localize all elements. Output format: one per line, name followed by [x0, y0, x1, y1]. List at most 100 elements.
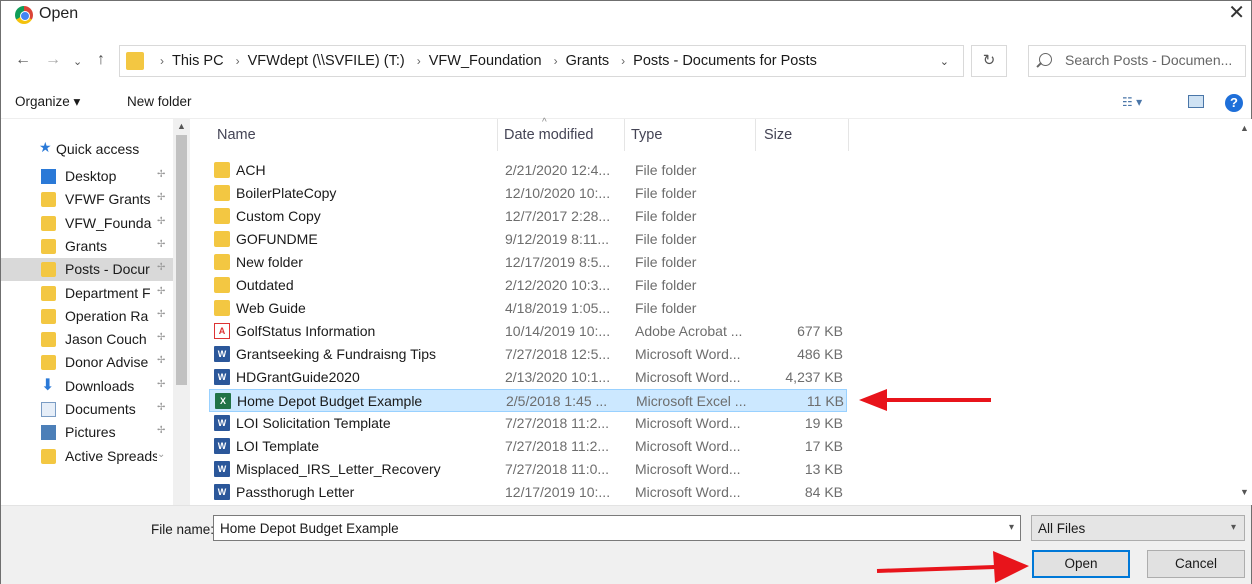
file-row[interactable]: Custom Copy 12/7/2017 2:28... File folder [209, 205, 847, 228]
sidebar-item-label: Department F [65, 284, 151, 301]
file-row[interactable]: X Home Depot Budget Example 2/5/2018 1:45 … [209, 389, 847, 412]
folder-icon [41, 192, 56, 208]
search-icon [1039, 53, 1052, 66]
file-row[interactable]: W Misplaced_IRS_Letter_Recovery 7/27/2018 … [209, 458, 847, 481]
file-size: 13 KB [804, 461, 843, 477]
file-row[interactable]: W Passthorugh Letter 12/17/2019 10:... Micr… [209, 481, 847, 504]
chevron-down-icon[interactable]: ▾ [1009, 522, 1014, 533]
sidebar-item[interactable]: Pictures ✢ [1, 421, 173, 444]
file-name-bar: File name: Home Depot Budget Example ▾ A… [1, 505, 1251, 584]
file-row[interactable]: BoilerPlateCopy 12/10/2020 10:... File fol… [209, 182, 847, 205]
recent-locations-icon[interactable]: ⌄ [73, 55, 82, 68]
sidebar-item[interactable]: VFWF Grants ✢ [1, 188, 173, 211]
sidebar-item-label: VFWF Grants [65, 191, 151, 208]
file-date: 12/17/2019 10:... [505, 484, 611, 500]
annotation-arrow-icon [876, 551, 1029, 583]
help-icon[interactable]: ? [1225, 94, 1243, 112]
sidebar-item[interactable]: Documents ✢ [1, 398, 173, 421]
file-row[interactable]: GOFUNDME 9/12/2019 8:11... File folder [209, 228, 847, 251]
folder-icon [214, 162, 230, 178]
breadcrumb-posts[interactable]: Posts - Documents for Posts [633, 53, 817, 69]
breadcrumb-this-pc[interactable]: This PC [172, 53, 224, 69]
organize-menu[interactable]: Organize ▾ [15, 94, 80, 110]
file-type: Microsoft Word... [635, 369, 741, 385]
file-row[interactable]: W Grantseeking & Fundraisng Tips 7/27/2018… [209, 343, 847, 366]
sidebar-item[interactable]: ⬇ Downloads ✢ [1, 375, 173, 398]
breadcrumb-grants[interactable]: Grants [566, 53, 610, 69]
search-input[interactable] [1065, 52, 1243, 68]
address-dropdown-icon[interactable]: ⌄ [940, 55, 949, 68]
sidebar-item-label: Grants [65, 237, 108, 254]
file-type: Microsoft Word... [635, 484, 741, 500]
sidebar-item[interactable]: Posts - Docur ✢ [1, 258, 173, 282]
file-type: File folder [635, 300, 697, 316]
sidebar-item[interactable]: Active Spreadsh ⌄ [1, 445, 173, 468]
breadcrumb-drive[interactable]: VFWdept (\\SVFILE) (T:) [248, 53, 405, 69]
column-header-size[interactable]: Size [756, 119, 848, 151]
file-size: 4,237 KB [785, 369, 843, 385]
sidebar-item[interactable]: VFW_Founda ✢ [1, 212, 173, 235]
scroll-up-icon[interactable]: ▲ [177, 121, 186, 131]
change-view-icon[interactable]: ☷ ▾ [1122, 95, 1142, 109]
file-name-value: Home Depot Budget Example [220, 521, 399, 536]
scrollbar-thumb[interactable] [176, 135, 187, 385]
file-name-input[interactable]: Home Depot Budget Example ▾ [213, 515, 1021, 541]
pin-icon: ✢ [157, 378, 166, 390]
file-type-filter[interactable]: All Files ▾ [1031, 515, 1245, 541]
up-arrow-icon[interactable]: ↑ [97, 51, 105, 69]
file-row[interactable]: W LOI Solicitation Template 7/27/2018 11:2… [209, 412, 847, 435]
sidebar-item[interactable]: Grants ✢ [1, 235, 173, 258]
file-size: 17 KB [804, 438, 843, 454]
back-arrow-icon[interactable]: ← [15, 51, 31, 69]
scroll-down-icon[interactable]: ▼ [1240, 487, 1249, 497]
quick-access-label[interactable]: Quick access [56, 141, 139, 157]
sidebar-item[interactable]: Operation Ra ✢ [1, 305, 173, 328]
word-icon: W [214, 415, 230, 431]
new-folder-button[interactable]: New folder [127, 94, 192, 109]
open-file-dialog: Open ✕ ← → ⌄ ↑ › This PC › VFWdept (\\SVFI… [0, 0, 1252, 584]
forward-arrow-icon[interactable]: → [45, 51, 61, 69]
file-row[interactable]: Outdated 2/12/2020 10:3... File folder [209, 274, 847, 297]
search-box[interactable] [1028, 45, 1246, 77]
cancel-button[interactable]: Cancel [1147, 550, 1245, 578]
file-row[interactable]: W LOI Template 7/27/2018 11:2... Microsoft … [209, 435, 847, 458]
folder-icon [41, 215, 56, 231]
chrome-icon [15, 6, 33, 24]
file-name: Passthorugh Letter [236, 484, 355, 500]
file-date: 7/27/2018 12:5... [505, 346, 611, 362]
file-row[interactable]: W HDGrantGuide2020 2/13/2020 10:1... Micros… [209, 366, 847, 389]
open-button[interactable]: Open [1032, 550, 1130, 578]
folder-icon [41, 355, 56, 371]
file-date: 12/10/2020 10:... [505, 185, 611, 201]
scroll-up-icon[interactable]: ▲ [1240, 123, 1249, 133]
sidebar-item[interactable]: Jason Couch ✢ [1, 328, 173, 351]
excel-icon: X [215, 393, 231, 409]
preview-pane-icon[interactable] [1188, 95, 1204, 108]
file-list-scrollbar[interactable]: ▲ ▼ [1236, 119, 1252, 505]
breadcrumb: › This PC › VFWdept (\\SVFILE) (T:) › VFW_F… [152, 53, 817, 69]
file-row[interactable]: ACH 2/21/2020 12:4... File folder [209, 159, 847, 182]
file-row[interactable]: A GolfStatus Information 10/14/2019 10:...… [209, 320, 847, 343]
column-header-date[interactable]: Date modified [498, 119, 624, 151]
breadcrumb-vfw-foundation[interactable]: VFW_Foundation [429, 53, 542, 69]
sidebar-item-label: Pictures [65, 424, 116, 441]
pin-icon: ✢ [157, 402, 166, 413]
nav-pane-scrollbar[interactable]: ▲ [173, 119, 190, 505]
sidebar-item[interactable]: Desktop ✢ [1, 165, 173, 188]
sidebar-item[interactable]: Department F ✢ [1, 282, 173, 305]
file-type: File folder [635, 185, 697, 201]
file-type: Microsoft Excel ... [636, 393, 747, 409]
refresh-icon[interactable]: ↻ [971, 45, 1007, 77]
file-name: Grantseeking & Fundraisng Tips [236, 346, 436, 362]
file-row[interactable]: Web Guide 4/18/2019 1:05... File folder [209, 297, 847, 320]
file-name: New folder [236, 254, 303, 270]
column-header-type[interactable]: Type [625, 119, 755, 151]
file-row[interactable]: New folder 12/17/2019 8:5... File folder [209, 251, 847, 274]
pin-icon: ✢ [157, 169, 166, 180]
downloads-icon: ⬇ [41, 376, 55, 394]
sidebar-item[interactable]: Donor Advise ✢ [1, 351, 173, 374]
file-name: GolfStatus Information [236, 323, 376, 339]
column-header-name[interactable]: Name [191, 119, 489, 151]
close-icon[interactable]: ✕ [1228, 1, 1245, 25]
address-bar[interactable]: › This PC › VFWdept (\\SVFILE) (T:) › VFW_F… [119, 45, 964, 77]
